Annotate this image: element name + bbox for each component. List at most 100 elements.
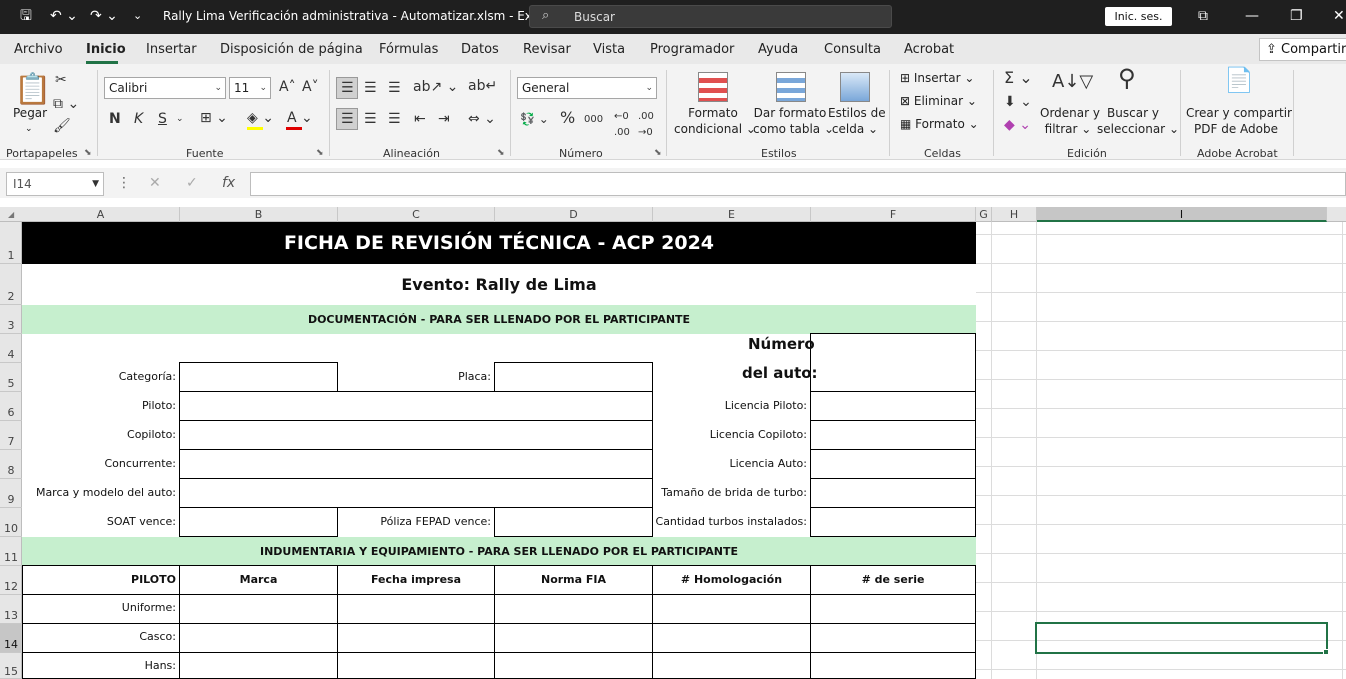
close-icon[interactable]: ✕: [1333, 8, 1345, 24]
tab-disposicion[interactable]: Disposición de página: [220, 42, 363, 57]
align-center-icon[interactable]: ☰: [364, 111, 377, 127]
undo-icon[interactable]: ↶ ⌄: [50, 8, 78, 24]
bold-button[interactable]: N: [109, 111, 121, 127]
tab-programador[interactable]: Programador: [650, 42, 734, 57]
empty-grid-area[interactable]: [976, 222, 1346, 679]
align-top-button[interactable]: ☰: [336, 77, 358, 99]
marca-modelo-input[interactable]: [179, 478, 653, 508]
tab-acrobat[interactable]: Acrobat: [904, 42, 954, 57]
column-header-g[interactable]: G: [976, 207, 992, 222]
row-header[interactable]: 13: [0, 595, 22, 624]
enter-icon[interactable]: ✓: [186, 175, 198, 191]
column-header-d[interactable]: D: [495, 207, 653, 222]
fill-handle[interactable]: [1323, 649, 1329, 655]
row-header[interactable]: 2: [0, 264, 22, 305]
column-header-h[interactable]: H: [992, 207, 1037, 222]
select-all-icon[interactable]: ◢: [8, 210, 14, 219]
share-button[interactable]: ⇪ Compartir: [1259, 38, 1346, 61]
cancel-icon[interactable]: ✕: [149, 175, 161, 191]
row-header[interactable]: 7: [0, 421, 22, 450]
tab-consulta[interactable]: Consulta: [824, 42, 881, 57]
insert-cells-button[interactable]: ⊞ Insertar ⌄: [900, 70, 974, 86]
insert-function-icon[interactable]: fx: [222, 175, 235, 191]
sign-in-button[interactable]: Inic. ses.: [1105, 7, 1172, 26]
create-pdf-icon[interactable]: 📄: [1224, 68, 1254, 92]
cell-styles-button[interactable]: Estilos de celda ⌄: [828, 105, 886, 137]
brida-input[interactable]: [810, 478, 976, 508]
row-header[interactable]: 5: [0, 363, 22, 392]
tab-inicio[interactable]: Inicio: [86, 42, 126, 57]
tab-formulas[interactable]: Fórmulas: [379, 42, 438, 57]
concurrente-input[interactable]: [179, 449, 653, 479]
format-as-table-icon[interactable]: [776, 72, 806, 102]
align-bottom-icon[interactable]: ☰: [388, 80, 401, 96]
row-header[interactable]: 8: [0, 450, 22, 479]
number-format-select[interactable]: General ⌄: [517, 77, 657, 99]
dialog-launcher-icon[interactable]: ⬊: [497, 148, 505, 158]
borders-icon[interactable]: ⊞ ⌄: [200, 110, 228, 126]
soat-input[interactable]: [179, 507, 338, 537]
column-header-c[interactable]: C: [338, 207, 495, 222]
categoria-input[interactable]: [179, 362, 338, 392]
search-box[interactable]: ⌕ Buscar: [529, 5, 892, 28]
column-header-e[interactable]: E: [653, 207, 811, 222]
increase-indent-icon[interactable]: ⇥: [438, 111, 450, 127]
fill-icon[interactable]: ⬇ ⌄: [1004, 94, 1032, 110]
column-header-i[interactable]: I: [1037, 207, 1327, 222]
paste-label[interactable]: Pegar: [13, 105, 47, 121]
copy-icon[interactable]: ⧉ ⌄: [53, 96, 79, 112]
find-select-button[interactable]: Buscar y seleccionar ⌄: [1097, 105, 1179, 137]
row-header[interactable]: 10: [0, 508, 22, 537]
autosum-icon[interactable]: Σ ⌄: [1004, 70, 1033, 86]
restore-icon[interactable]: ❐: [1290, 8, 1303, 24]
font-color-icon[interactable]: A ⌄: [287, 110, 313, 126]
row-header[interactable]: 15: [0, 653, 22, 679]
tab-datos[interactable]: Datos: [461, 42, 499, 57]
accounting-format-icon[interactable]: 💱 ⌄: [520, 111, 549, 127]
fill-color-icon[interactable]: ◈ ⌄: [247, 110, 274, 126]
orientation-icon[interactable]: ab↗ ⌄: [413, 79, 458, 95]
row-header[interactable]: 3: [0, 305, 22, 334]
format-as-table-button[interactable]: Dar formato como tabla ⌄: [753, 105, 834, 137]
row-header[interactable]: 14: [0, 624, 22, 653]
licencia-auto-input[interactable]: [810, 449, 976, 479]
conditional-format-icon[interactable]: [698, 72, 728, 102]
formula-input[interactable]: [250, 172, 1346, 196]
tab-vista[interactable]: Vista: [593, 42, 625, 57]
copiloto-input[interactable]: [179, 420, 653, 450]
italic-button[interactable]: K: [134, 111, 143, 127]
conditional-format-button[interactable]: Formato condicional ⌄: [674, 105, 756, 137]
column-header-a[interactable]: A: [22, 207, 180, 222]
ribbon-display-icon[interactable]: ⧉: [1198, 8, 1208, 24]
find-select-icon[interactable]: ⚲: [1118, 66, 1136, 90]
row-header[interactable]: 4: [0, 334, 22, 363]
tab-archivo[interactable]: Archivo: [14, 42, 63, 57]
increase-decimal-icon[interactable]: ←0.00: [614, 109, 630, 141]
underline-dropdown-icon[interactable]: ⌄: [176, 111, 184, 127]
placa-input[interactable]: [494, 362, 653, 392]
dialog-launcher-icon[interactable]: ⬊: [316, 148, 324, 158]
row-header[interactable]: 12: [0, 566, 22, 595]
row-header[interactable]: 11: [0, 537, 22, 566]
tab-revisar[interactable]: Revisar: [523, 42, 571, 57]
format-cells-button[interactable]: ▦ Formato ⌄: [900, 116, 979, 132]
licencia-piloto-input[interactable]: [810, 391, 976, 421]
selected-cell[interactable]: [1035, 622, 1328, 654]
format-painter-icon[interactable]: 🖌: [53, 118, 71, 134]
name-box[interactable]: I14 ▼: [6, 172, 104, 196]
clear-icon[interactable]: ◆ ⌄: [1004, 117, 1031, 133]
column-header-b[interactable]: B: [180, 207, 338, 222]
paste-icon[interactable]: 📋: [14, 72, 51, 107]
poliza-input[interactable]: [494, 507, 653, 537]
sort-filter-button[interactable]: Ordenar y filtrar ⌄: [1040, 105, 1100, 137]
licencia-copiloto-input[interactable]: [810, 420, 976, 450]
save-icon[interactable]: 🖫: [20, 8, 32, 24]
cut-icon[interactable]: ✂: [55, 72, 67, 88]
font-size-select[interactable]: 11 ⌄: [229, 77, 271, 99]
thousands-icon[interactable]: 000: [584, 112, 603, 128]
create-pdf-button[interactable]: Crear y compartir PDF de Adobe: [1186, 105, 1292, 137]
turbos-input[interactable]: [810, 507, 976, 537]
delete-cells-button[interactable]: ⊠ Eliminar ⌄: [900, 93, 977, 109]
customize-qat-icon[interactable]: ⌄: [133, 8, 142, 24]
column-header-f[interactable]: F: [811, 207, 976, 222]
